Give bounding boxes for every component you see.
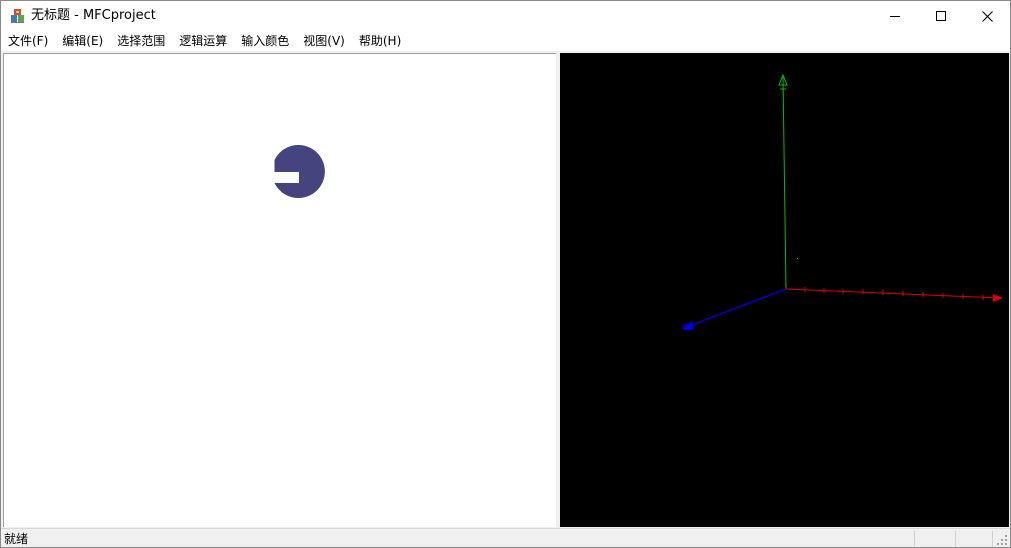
app-window: 无标题 - MFCproject 文件(F) 编辑(E) 选择范围 逻辑运算 输… <box>0 0 1011 548</box>
minimize-button[interactable] <box>872 1 918 31</box>
app-icon <box>10 8 26 24</box>
status-pane-num <box>955 531 992 547</box>
client-area <box>1 51 1010 528</box>
menu-file[interactable]: 文件(F) <box>1 31 55 51</box>
drawing-canvas-2d[interactable] <box>3 53 556 527</box>
y-axis <box>782 76 787 290</box>
menu-select-range[interactable]: 选择范围 <box>110 31 172 51</box>
status-pane-caps <box>914 531 955 547</box>
x-axis <box>785 288 1001 299</box>
close-icon <box>981 10 993 22</box>
resize-grip-icon[interactable] <box>996 534 1008 546</box>
menu-help[interactable]: 帮助(H) <box>352 31 408 51</box>
menu-view[interactable]: 视图(V) <box>296 31 352 51</box>
status-text: 就绪 <box>4 532 29 546</box>
close-button[interactable] <box>964 1 1010 31</box>
menu-input-color[interactable]: 输入颜色 <box>234 31 296 51</box>
x-axis-arrow <box>993 294 1003 302</box>
z-axis <box>683 288 787 329</box>
viewport-3d[interactable] <box>560 53 1009 527</box>
maximize-icon <box>936 11 946 21</box>
menu-edit[interactable]: 编辑(E) <box>55 31 110 51</box>
circle-shape[interactable] <box>274 145 325 199</box>
window-title: 无标题 - MFCproject <box>31 8 156 23</box>
maximize-button[interactable] <box>918 1 964 31</box>
point-marker <box>797 258 798 259</box>
status-bar: 就绪 <box>1 528 1010 547</box>
title-bar[interactable]: 无标题 - MFCproject <box>1 1 1010 31</box>
menu-bar: 文件(F) 编辑(E) 选择范围 逻辑运算 输入颜色 视图(V) 帮助(H) <box>1 31 1010 51</box>
axes-3d-drawing <box>682 73 1003 331</box>
canvas-2d-drawing <box>274 145 325 199</box>
minimize-icon <box>890 16 900 17</box>
menu-logic-operation[interactable]: 逻辑运算 <box>172 31 234 51</box>
